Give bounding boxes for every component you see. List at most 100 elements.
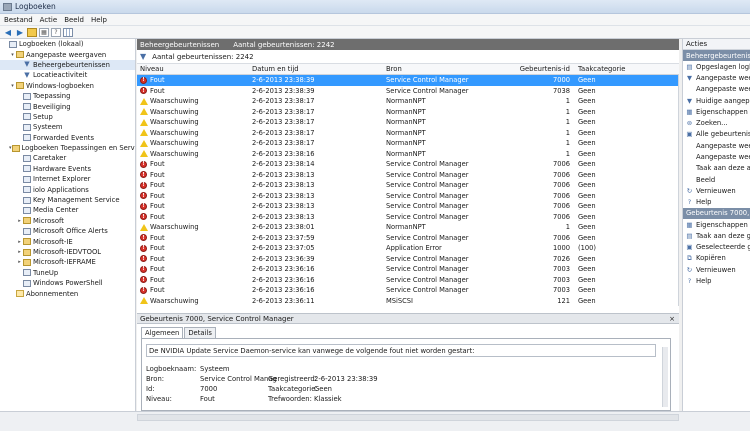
action-item[interactable]: Aangepaste weerg (683, 140, 750, 151)
col-header-category[interactable]: Taakcategorie (573, 65, 669, 73)
grid-icon[interactable] (63, 27, 73, 37)
cell-level-text: Fout (150, 202, 165, 211)
expand-arrow-icon[interactable]: ▸ (16, 218, 23, 224)
menu-beeld[interactable]: Beeld (64, 16, 84, 24)
col-header-source[interactable]: Bron (383, 65, 517, 73)
action-item[interactable]: ▣Alle gebeurtenissen (683, 129, 750, 140)
menu-help[interactable]: Help (91, 16, 107, 24)
tree-item[interactable]: Beveiliging (0, 101, 135, 111)
close-icon[interactable]: × (669, 315, 675, 323)
table-row[interactable]: ! Fout 2-6-2013 23:38:13 Service Control Ma… (137, 201, 678, 212)
detail-scrollbar[interactable] (662, 347, 668, 407)
action-item[interactable]: ▦ Eigenschappen (683, 106, 750, 117)
tree-item[interactable]: ▾ Windows-logboeken (0, 81, 135, 91)
table-row[interactable]: ! Fout 2-6-2013 23:36:16 Service Control Ma… (137, 285, 678, 296)
action-item[interactable]: Aangepaste weerg (683, 151, 750, 162)
help-icon[interactable]: ? (51, 27, 61, 37)
expand-arrow-icon[interactable]: ▸ (16, 239, 23, 245)
action-item[interactable]: Aangepaste weerg (683, 84, 750, 95)
col-header-id[interactable]: Gebeurtenis-id (517, 65, 573, 73)
expand-arrow-icon[interactable]: ▾ (9, 83, 16, 89)
tree-item[interactable]: Forwarded Events (0, 133, 135, 143)
tree-item[interactable]: Windows PowerShell (0, 278, 135, 288)
table-row[interactable]: Waarschuwing 2-6-2013 23:38:17 NormanNPT 1 G… (137, 107, 678, 118)
tree-item[interactable]: ▸ Microsoft-IEFRAME (0, 257, 135, 267)
action-item-label: Kopiëren (696, 254, 726, 263)
menu-actie[interactable]: Actie (40, 16, 58, 24)
tree-item[interactable]: Toepassing (0, 91, 135, 101)
actions-section-view[interactable]: Beheergebeurtenissen (683, 50, 750, 61)
table-row[interactable]: ! Fout 2-6-2013 23:38:13 Service Control Ma… (137, 180, 678, 191)
action-item[interactable]: ▤Opgeslagen logboe (683, 61, 750, 72)
action-item[interactable]: Beeld (683, 174, 750, 185)
table-row[interactable]: ! Fout 2-6-2013 23:38:39 Service Control Ma… (137, 86, 678, 97)
tree-item[interactable]: ▾ Aangepaste weergaven (0, 49, 135, 59)
actions-section-event[interactable]: Gebeurtenis 7000, Service (683, 207, 750, 219)
table-row[interactable]: ! Fout 2-6-2013 23:36:39 Service Control Ma… (137, 254, 678, 265)
field-label: Bron: (146, 375, 165, 383)
table-row[interactable]: Waarschuwing 2-6-2013 23:38:01 NormanNPT 1 G… (137, 222, 678, 233)
menu-bestand[interactable]: Bestand (4, 16, 33, 24)
col-header-level[interactable]: Niveau (137, 65, 249, 73)
table-row[interactable]: ! Fout 2-6-2013 23:37:59 Service Control Ma… (137, 233, 678, 244)
table-row[interactable]: ! Fout 2-6-2013 23:38:14 Service Control Ma… (137, 159, 678, 170)
tree-item[interactable]: Caretaker (0, 153, 135, 163)
tab-details[interactable]: Details (184, 327, 216, 338)
back-arrow-icon[interactable]: ◀ (3, 28, 13, 37)
action-item[interactable]: ↻ Vernieuwen (683, 185, 750, 196)
tree-item[interactable]: Setup (0, 112, 135, 122)
col-header-date[interactable]: Datum en tijd (249, 65, 383, 73)
tree-item[interactable]: iolo Applications (0, 184, 135, 194)
table-row[interactable]: ! Fout 2-6-2013 23:37:05 Application Error 1… (137, 243, 678, 254)
table-row[interactable]: ! Fout 2-6-2013 23:36:16 Service Control Ma… (137, 264, 678, 275)
action-item[interactable]: ? Help (683, 197, 750, 208)
action-item-label: Aangepaste weerg (696, 73, 750, 82)
expand-arrow-icon[interactable]: ▸ (16, 249, 23, 255)
tree-item[interactable]: Systeem (0, 122, 135, 132)
tree-item[interactable]: ▾ Logboeken Toepassingen en Services (0, 143, 135, 153)
forward-arrow-icon[interactable]: ▶ (15, 28, 25, 37)
tree-item[interactable]: Hardware Events (0, 164, 135, 174)
tree-item[interactable]: Media Center (0, 205, 135, 215)
table-row[interactable]: ! Fout 2-6-2013 23:38:13 Service Control Ma… (137, 170, 678, 181)
table-row[interactable]: Waarschuwing 2-6-2013 23:38:17 NormanNPT 1 G… (137, 96, 678, 107)
tree-item[interactable]: Internet Explorer (0, 174, 135, 184)
folder-icon[interactable] (27, 27, 37, 37)
warning-icon (140, 108, 148, 116)
expand-arrow-icon[interactable]: ▾ (9, 52, 16, 58)
action-item[interactable]: ▼ Aangepaste weerg (683, 72, 750, 83)
table-row[interactable]: ! Fout 2-6-2013 23:38:39 Service Control Ma… (137, 75, 678, 86)
properties-icon[interactable]: ▦ (39, 27, 49, 37)
tree-item[interactable]: TuneUp (0, 268, 135, 278)
tree-item[interactable]: Logboeken (lokaal) (0, 39, 135, 49)
tree-item[interactable]: ▼ Locatieactiviteit (0, 70, 135, 80)
table-row[interactable]: Waarschuwing 2-6-2013 23:38:17 NormanNPT 1 G… (137, 138, 678, 149)
expand-arrow-icon[interactable]: ▸ (16, 259, 23, 265)
tree-item[interactable]: Abonnementen (0, 288, 135, 298)
action-item[interactable]: ▤Taak aan deze geb (683, 230, 750, 241)
horizontal-scrollbar[interactable] (137, 414, 679, 421)
action-item[interactable]: ⊚ Zoeken... (683, 117, 750, 128)
table-row[interactable]: ! Fout 2-6-2013 23:38:13 Service Control Ma… (137, 191, 678, 202)
table-row[interactable]: Waarschuwing 2-6-2013 23:36:11 MSiSCSI 121 G… (137, 296, 678, 307)
tree-item[interactable]: ▸ Microsoft-IE (0, 236, 135, 246)
action-item[interactable]: ▦Eigenschappen van (683, 219, 750, 230)
tree-item[interactable]: ▸ Microsoft-IEDVTOOL (0, 247, 135, 257)
table-row[interactable]: Waarschuwing 2-6-2013 23:38:17 NormanNPT 1 G… (137, 128, 678, 139)
action-item[interactable]: Taak aan deze aang (683, 163, 750, 174)
tab-algemeen[interactable]: Algemeen (141, 327, 184, 338)
tree-item[interactable]: Key Management Service (0, 195, 135, 205)
table-row[interactable]: Waarschuwing 2-6-2013 23:38:16 NormanNPT 1 G… (137, 149, 678, 160)
action-item[interactable]: ↻ Vernieuwen (683, 264, 750, 275)
table-row[interactable]: ! Fout 2-6-2013 23:38:13 Service Control Ma… (137, 212, 678, 223)
table-row[interactable]: Waarschuwing 2-6-2013 23:38:17 NormanNPT 1 G… (137, 117, 678, 128)
tree-item[interactable]: ▼ Beheergebeurtenissen (0, 59, 135, 71)
action-item[interactable]: ⧉ Kopiëren (683, 253, 750, 264)
cell-source: Service Control Manager (386, 275, 469, 284)
action-item[interactable]: ? Help (683, 275, 750, 286)
tree-item[interactable]: Microsoft Office Alerts (0, 226, 135, 236)
action-item[interactable]: ▼ Huidige aangepast (683, 95, 750, 106)
tree-item[interactable]: ▸ Microsoft (0, 216, 135, 226)
action-item[interactable]: ▣Geselecteerde geb (683, 241, 750, 252)
table-row[interactable]: ! Fout 2-6-2013 23:36:16 Service Control Ma… (137, 275, 678, 286)
